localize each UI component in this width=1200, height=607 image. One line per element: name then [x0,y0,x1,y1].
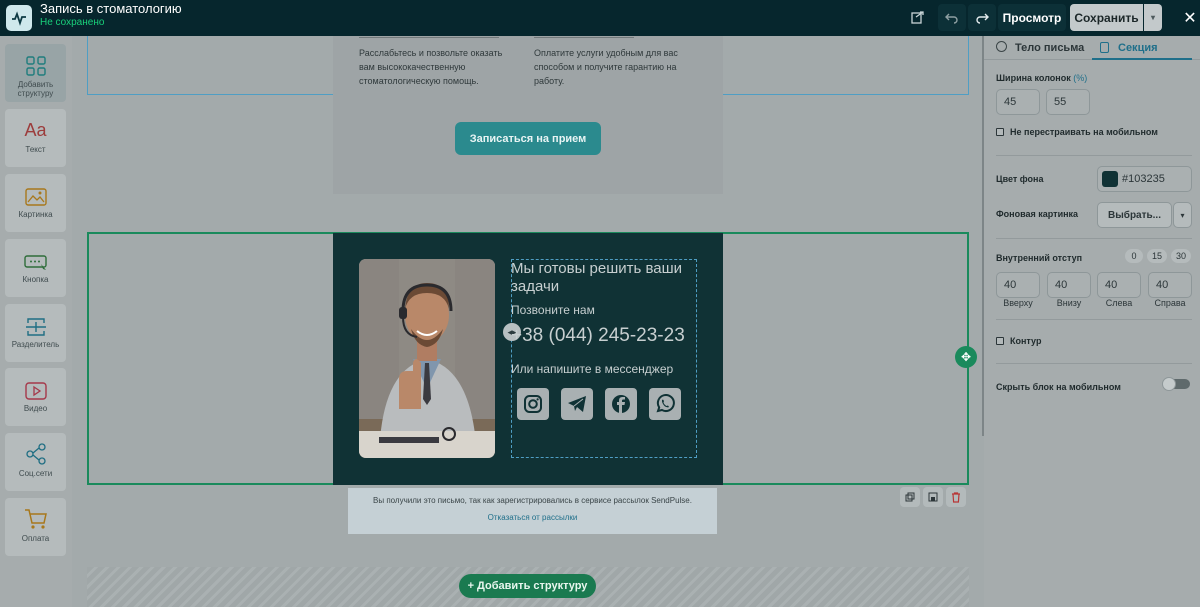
outline-checkbox[interactable] [996,337,1004,345]
settings-panel: Тело письма Секция Ширина колонок (%) 45… [984,36,1200,607]
facebook-icon[interactable] [605,388,637,420]
tab-email-body[interactable]: Тело письма [1015,42,1084,54]
choose-image-button[interactable]: Выбрать... [1097,202,1172,228]
preview-button[interactable]: Просмотр [998,4,1066,31]
toggle-knob [1162,377,1176,391]
sidebar-item-label: Разделитель [11,340,60,349]
divider [996,363,1192,364]
padding-preset-30[interactable]: 30 [1171,249,1191,263]
grid-icon [5,44,66,76]
tab-section[interactable]: Секция [1118,42,1158,54]
contact-section[interactable]: ◂▸ Мы готовы решить ваши задачи Позвонит… [333,233,723,485]
sidebar-item-add-structure[interactable]: Добавить структуру [5,44,66,102]
feature-text[interactable]: Оплатите услуги удобным для вас способом… [534,46,699,88]
button-icon [5,239,66,271]
doctor-photo[interactable] [359,259,495,458]
feature-text[interactable]: Расслабьтесь и позвольте оказать вам выс… [359,46,519,88]
phone-number[interactable]: +38 (044) 245-23-23 [511,325,685,347]
padding-bottom-input[interactable]: 40 [1047,272,1091,298]
padding-top-input[interactable]: 40 [996,272,1040,298]
active-tab-indicator [1092,58,1192,60]
copy-section-icon[interactable] [900,487,920,507]
save-options-chevron-icon[interactable]: ▾ [1144,4,1162,31]
padding-left-input[interactable]: 40 [1097,272,1141,298]
sidebar-item-label: Добавить структуру [17,80,54,98]
padding-top-label: Вверху [1003,298,1033,308]
section-icon [1100,42,1109,53]
padding-right-input[interactable]: 40 [1148,272,1192,298]
save-module-icon[interactable] [923,487,943,507]
footer-text: Вы получили это письмо, так как зарегист… [373,496,692,505]
book-appointment-button[interactable]: Записаться на прием [455,122,601,155]
sidebar-item-social[interactable]: Соц.сети [5,433,66,491]
no-rearrange-checkbox[interactable] [996,128,1004,136]
divider-icon [5,304,66,336]
column-width-label: Ширина колонок (%) [996,73,1088,83]
sidebar-item-video[interactable]: Видео [5,368,66,426]
hide-mobile-label: Скрыть блок на мобильном [996,382,1121,392]
sidebar-item-text[interactable]: Aa Текст [5,109,66,167]
sidebar-item-label: Кнопка [22,275,49,284]
padding-left-label: Слева [1105,298,1133,308]
campaign-title[interactable]: Запись в стоматологию [40,1,182,16]
sidebar-item-divider[interactable]: Разделитель [5,304,66,362]
save-status: Не сохранено [40,17,105,28]
telegram-icon[interactable] [561,388,593,420]
close-icon[interactable]: ✕ [1176,4,1200,31]
blocks-sidebar: Добавить структуру Aa Текст Картинка Кно… [0,36,72,607]
whatsapp-icon[interactable] [649,388,681,420]
add-structure-button[interactable]: + Добавить структуру [459,574,596,598]
text-icon: Aa [24,120,47,140]
email-body-icon [996,41,1007,52]
sidebar-item-image[interactable]: Картинка [5,174,66,232]
unsubscribe-link[interactable]: Отказаться от рассылки [348,513,717,522]
padding-bottom-label: Внизу [1056,298,1082,308]
cut-heading [359,36,499,38]
features-section[interactable]: Расслабьтесь и позвольте оказать вам выс… [333,36,723,194]
email-canvas: Расслабьтесь и позвольте оказать вам выс… [72,36,984,607]
share-icon [5,433,66,465]
cart-icon [5,498,66,530]
instagram-icon[interactable] [517,388,549,420]
sidebar-item-label: Видео [23,404,48,413]
padding-label: Внутренний отступ [996,253,1083,263]
column-2-width-input[interactable]: 55 [1046,89,1090,115]
padding-preset-15[interactable]: 15 [1147,249,1167,263]
top-bar: Запись в стоматологию Не сохранено Просм… [0,0,1200,36]
app-logo-icon[interactable] [6,5,32,31]
move-section-icon[interactable]: ✥ [955,346,977,368]
delete-section-icon[interactable] [946,487,966,507]
history-icon[interactable] [904,4,932,31]
sidebar-item-payment[interactable]: Оплата [5,498,66,556]
contact-heading[interactable]: Мы готовы решить ваши задачи [511,260,697,296]
bg-color-label: Цвет фона [996,174,1044,184]
padding-right-label: Справа [1154,298,1186,308]
bg-image-label: Фоновая картинка [996,209,1079,219]
sidebar-item-button[interactable]: Кнопка [5,239,66,297]
sidebar-item-label: Соц.сети [18,469,53,478]
outline-label: Контур [1010,336,1042,346]
divider [996,238,1192,239]
sidebar-item-label: Текст [25,145,46,154]
no-rearrange-label: Не перестраивать на мобильном [1010,127,1158,137]
column-1-width-input[interactable]: 45 [996,89,1040,115]
choose-image-chevron-icon[interactable]: ▾ [1173,202,1192,228]
divider [996,319,1192,320]
divider [996,155,1192,156]
messenger-label[interactable]: Или напишите в мессенджер [511,362,673,376]
save-button[interactable]: Сохранить [1070,4,1143,31]
bg-color-swatch[interactable] [1102,171,1118,187]
undo-icon[interactable] [938,4,966,31]
unsubscribe-footer[interactable]: Вы получили это письмо, так как зарегист… [348,488,717,534]
video-icon [5,368,66,400]
sidebar-item-label: Картинка [18,210,53,219]
image-icon [5,174,66,206]
sidebar-item-label: Оплата [21,534,50,543]
redo-icon[interactable] [968,4,996,31]
cut-heading [534,36,634,38]
padding-preset-0[interactable]: 0 [1125,249,1143,263]
call-label[interactable]: Позвоните нам [511,303,595,317]
